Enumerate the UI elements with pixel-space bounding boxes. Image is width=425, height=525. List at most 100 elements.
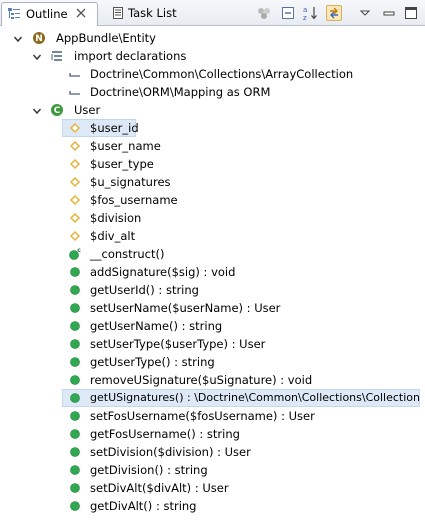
method-icon (68, 445, 82, 459)
import-icon (68, 67, 82, 81)
tree-node-method[interactable]: setDivAlt($divAlt) : User (0, 479, 425, 497)
method-label: getUserId() : string (90, 283, 199, 297)
svg-text:z: z (303, 14, 307, 21)
tree-node-import[interactable]: Doctrine\Common\Collections\ArrayCollect… (0, 65, 425, 83)
tree-node-method[interactable]: getDivision() : string (0, 461, 425, 479)
collapse-all-icon[interactable] (280, 5, 296, 21)
tab-task-list-label: Task List (128, 6, 177, 20)
svg-text:C: C (54, 106, 61, 116)
method-label: setDivAlt($divAlt) : User (90, 481, 229, 495)
field-icon (68, 175, 82, 189)
method-label: getDivision() : string (90, 463, 208, 477)
tree-node-method[interactable]: getFosUsername() : string (0, 425, 425, 443)
svg-text:N: N (35, 34, 43, 44)
import-label: Doctrine\ORM\Mapping as ORM (90, 85, 271, 99)
method-label: setDivision($division) : User (90, 445, 251, 459)
method-label: getUSignatures() : \Doctrine\Common\Coll… (90, 391, 420, 404)
tree-node-method[interactable]: getUserId() : string (0, 281, 425, 299)
method-icon (68, 355, 82, 369)
tree-node-method[interactable]: setUserType($userType) : User (0, 335, 425, 353)
chevron-down-icon[interactable] (32, 51, 42, 61)
tree-node-field[interactable]: $u_signatures (0, 173, 425, 191)
view-menu-chevron-down-icon[interactable] (357, 5, 373, 21)
method-icon (68, 427, 82, 441)
field-label: $user_name (90, 139, 161, 153)
maximize-icon[interactable] (403, 5, 419, 21)
view-toolbar: Outline Task List a z (0, 0, 425, 26)
method-icon (68, 319, 82, 333)
tree-node-field[interactable]: $user_type (0, 155, 425, 173)
tree-node-method[interactable]: getUserName() : string (0, 317, 425, 335)
field-icon (68, 121, 82, 135)
tree-node-field[interactable]: $user_id (0, 119, 425, 137)
field-label: $user_type (90, 157, 154, 171)
method-icon (68, 337, 82, 351)
method-icon (68, 463, 82, 477)
method-icon (68, 499, 82, 513)
field-icon (68, 211, 82, 225)
tree-node-namespace[interactable]: N AppBundle\Entity (0, 29, 425, 47)
tab-task-list[interactable]: Task List (103, 2, 189, 26)
tree-node-class[interactable]: C User (0, 101, 425, 119)
tree-node-field[interactable]: $fos_username (0, 191, 425, 209)
outline-tree[interactable]: N AppBundle\Entity import declarations D… (0, 26, 425, 525)
namespace-icon: N (32, 31, 46, 45)
method-label: getUserName() : string (90, 319, 223, 333)
tree-node-method[interactable]: setFosUsername($fosUsername) : User (0, 407, 425, 425)
tab-outline[interactable]: Outline (1, 2, 98, 26)
tree-node-import-declarations[interactable]: import declarations (0, 47, 425, 65)
method-label: removeUSignature($uSignature) : void (90, 373, 313, 387)
import-declarations-label: import declarations (74, 49, 187, 63)
method-icon (68, 283, 82, 297)
method-label: getFosUsername() : string (90, 427, 240, 441)
close-icon[interactable] (74, 6, 88, 20)
method-icon (68, 265, 82, 279)
namespace-label: AppBundle\Entity (56, 31, 156, 45)
method-label: getUserType() : string (90, 355, 215, 369)
tab-outline-label: Outline (26, 7, 68, 21)
tree-node-constructor[interactable]: c __construct() (0, 245, 425, 263)
tree-node-method[interactable]: addSignature($sig) : void (0, 263, 425, 281)
method-icon (68, 481, 82, 495)
tree-node-method[interactable]: setDivision($division) : User (0, 443, 425, 461)
class-label: User (74, 103, 101, 117)
constructor-icon: c (68, 247, 82, 261)
field-label: $user_id (90, 121, 139, 135)
tree-node-field[interactable]: $div_alt (0, 227, 425, 245)
field-icon (68, 193, 82, 207)
minimize-icon[interactable] (381, 5, 397, 21)
method-icon (68, 391, 82, 405)
tree-node-field[interactable]: $user_name (0, 137, 425, 155)
tree-node-method[interactable]: setUserName($userName) : User (0, 299, 425, 317)
method-label: setUserName($userName) : User (90, 301, 281, 315)
tree-node-method[interactable]: getDivAlt() : string (0, 497, 425, 515)
chevron-down-icon[interactable] (32, 105, 42, 115)
import-icon (68, 85, 82, 99)
method-icon (68, 373, 82, 387)
import-container-icon (50, 49, 64, 63)
field-icon (68, 229, 82, 243)
method-label: addSignature($sig) : void (90, 265, 236, 279)
svg-text:a: a (303, 6, 307, 14)
method-label: setFosUsername($fosUsername) : User (90, 409, 315, 423)
svg-text:c: c (77, 247, 81, 254)
link-with-editor-icon[interactable] (326, 5, 342, 21)
field-icon (68, 139, 82, 153)
sort-icon[interactable]: a z (302, 5, 318, 21)
tree-node-import[interactable]: Doctrine\ORM\Mapping as ORM (0, 83, 425, 101)
tree-node-method[interactable]: getUserType() : string (0, 353, 425, 371)
method-icon (68, 301, 82, 315)
constructor-label: __construct() (90, 247, 165, 261)
tree-node-method[interactable]: removeUSignature($uSignature) : void (0, 371, 425, 389)
field-label: $u_signatures (90, 175, 171, 189)
field-label: $fos_username (90, 193, 178, 207)
chevron-down-icon[interactable] (13, 33, 23, 43)
tree-node-method[interactable]: getUSignatures() : \Doctrine\Common\Coll… (0, 389, 425, 407)
hide-non-public-icon[interactable] (256, 5, 272, 21)
field-label: $div_alt (90, 229, 136, 243)
field-label: $division (90, 211, 142, 225)
tree-node-field[interactable]: $division (0, 209, 425, 227)
method-label: setUserType($userType) : User (90, 337, 266, 351)
outline-icon (7, 7, 21, 21)
field-icon (68, 157, 82, 171)
